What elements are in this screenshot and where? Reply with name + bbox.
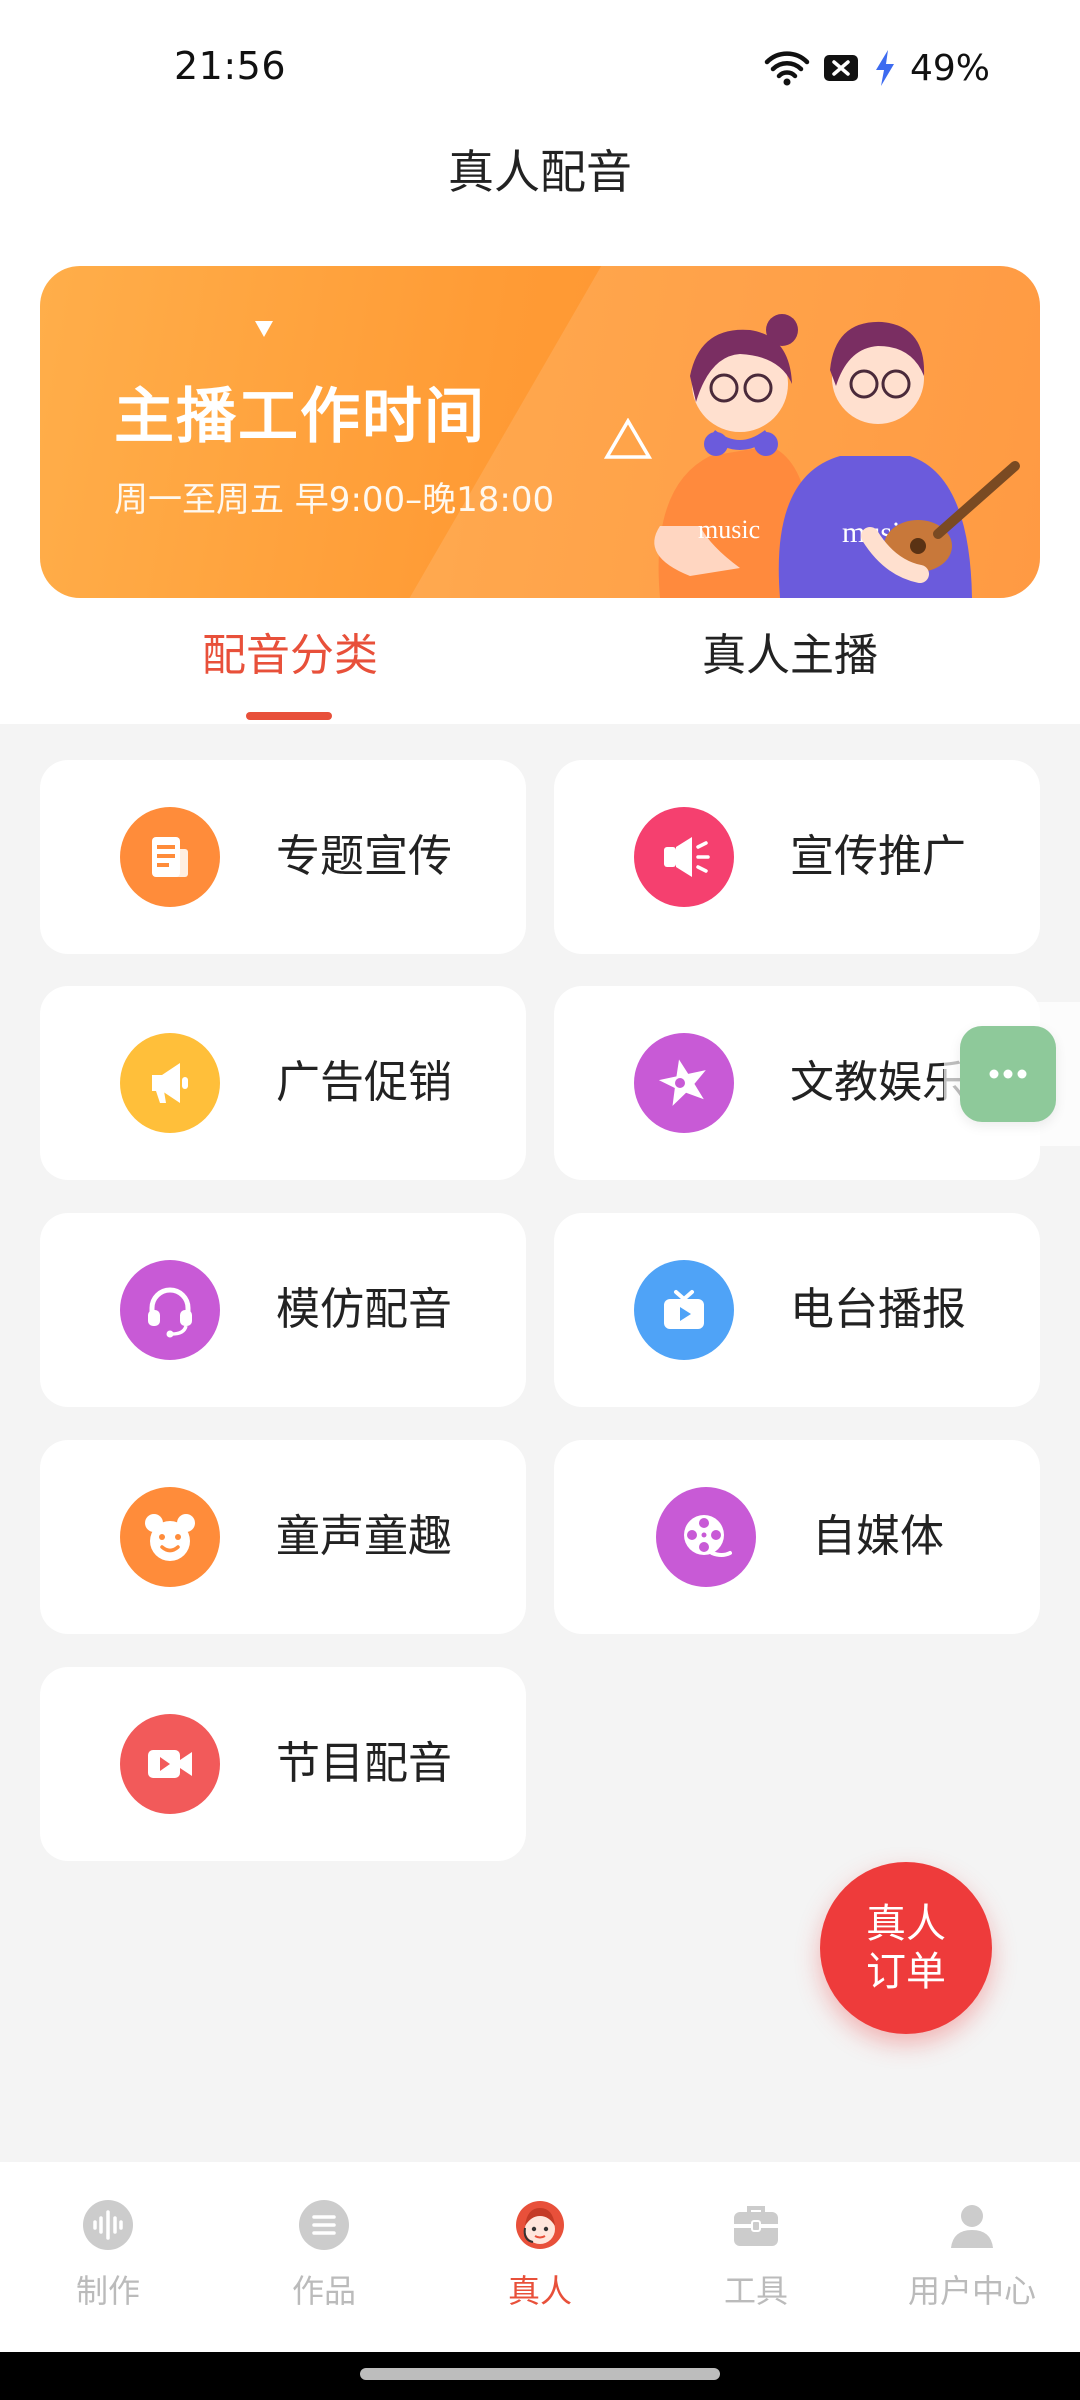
status-icons: 49% [764, 44, 990, 92]
tab-live-hosts[interactable]: 真人主播 [520, 620, 1060, 692]
tv-icon [634, 1260, 734, 1360]
home-indicator[interactable] [360, 2368, 720, 2380]
video-camera-icon [120, 1714, 220, 1814]
nav-label: 制作 [75, 2272, 140, 2310]
tab-active-indicator [246, 712, 332, 720]
toolbox-icon [734, 2206, 778, 2246]
category-card-ad-promo[interactable]: 广告促销 [40, 986, 526, 1180]
category-label: 童声童趣 [276, 1511, 452, 1562]
nav-label: 作品 [291, 2272, 356, 2310]
more-dots-icon [989, 1069, 1027, 1079]
status-time: 21:56 [174, 44, 287, 88]
nav-label: 用户中心 [907, 2272, 1036, 2310]
list-icon [299, 2200, 349, 2250]
category-label: 文教娱乐 [790, 1057, 966, 1108]
banner-shirt-text: music [698, 515, 760, 544]
category-card-program[interactable]: 节目配音 [40, 1667, 526, 1861]
category-label: 广告促销 [276, 1057, 452, 1108]
nav-label: 工具 [723, 2272, 788, 2310]
headset-icon [120, 1260, 220, 1360]
category-card-kids[interactable]: 童声童趣 [40, 1440, 526, 1634]
category-card-publicity[interactable]: 宣传推广 [554, 760, 1040, 954]
floating-chat-button[interactable] [960, 1026, 1056, 1122]
wifi-icon [764, 51, 810, 86]
speaker-icon [120, 1033, 220, 1133]
hosts-illustration: music music [654, 314, 1020, 598]
star-icon [634, 1033, 734, 1133]
document-icon [120, 807, 220, 907]
banner-heading: 主播工作时间 [114, 382, 486, 452]
tab-dubbing-category[interactable]: 配音分类 [20, 620, 560, 692]
category-card-topic-promo[interactable]: 专题宣传 [40, 760, 526, 954]
category-label: 自媒体 [812, 1511, 944, 1562]
category-label: 电台播报 [790, 1284, 966, 1335]
battery-percent: 49% [909, 47, 990, 89]
category-label: 节目配音 [276, 1738, 452, 1789]
megaphone-icon [634, 807, 734, 907]
category-card-imitation[interactable]: 模仿配音 [40, 1213, 526, 1407]
category-label: 模仿配音 [276, 1284, 452, 1335]
banner-subtitle: 周一至周五 早9:00–晚18:00 [114, 480, 555, 520]
order-button-line2: 订单 [866, 1949, 946, 1995]
bottom-nav: 制作 作品 真人 工具 用户中心 [0, 2162, 1080, 2352]
live-order-button[interactable]: 真人 订单 [820, 1862, 992, 2034]
nav-label: 真人 [507, 2272, 572, 2310]
waveform-icon [83, 2200, 133, 2250]
page-title: 真人配音 [448, 145, 632, 199]
nav-item-make[interactable]: 制作 [0, 2198, 216, 2312]
user-icon [951, 2205, 993, 2248]
bear-icon [120, 1487, 220, 1587]
category-label: 宣传推广 [790, 831, 966, 882]
category-card-self-media[interactable]: 自媒体 [554, 1440, 1040, 1634]
nav-item-live[interactable]: 真人 [432, 2198, 648, 2312]
work-hours-banner[interactable]: 主播工作时间 周一至周五 早9:00–晚18:00 music music [40, 266, 1040, 598]
triangle-decor-icon [255, 321, 273, 337]
film-reel-icon [656, 1487, 756, 1587]
nav-item-tools[interactable]: 工具 [648, 2198, 864, 2312]
host-avatar-icon [516, 2201, 564, 2249]
order-button-line1: 真人 [866, 1901, 946, 1947]
nav-item-works[interactable]: 作品 [216, 2198, 432, 2312]
category-label: 专题宣传 [276, 831, 452, 882]
tab-bar: 配音分类 真人主播 [0, 620, 1080, 720]
nav-item-user-center[interactable]: 用户中心 [864, 2198, 1080, 2312]
category-card-radio[interactable]: 电台播报 [554, 1213, 1040, 1407]
charging-icon [875, 50, 894, 86]
no-sim-icon [823, 55, 858, 81]
